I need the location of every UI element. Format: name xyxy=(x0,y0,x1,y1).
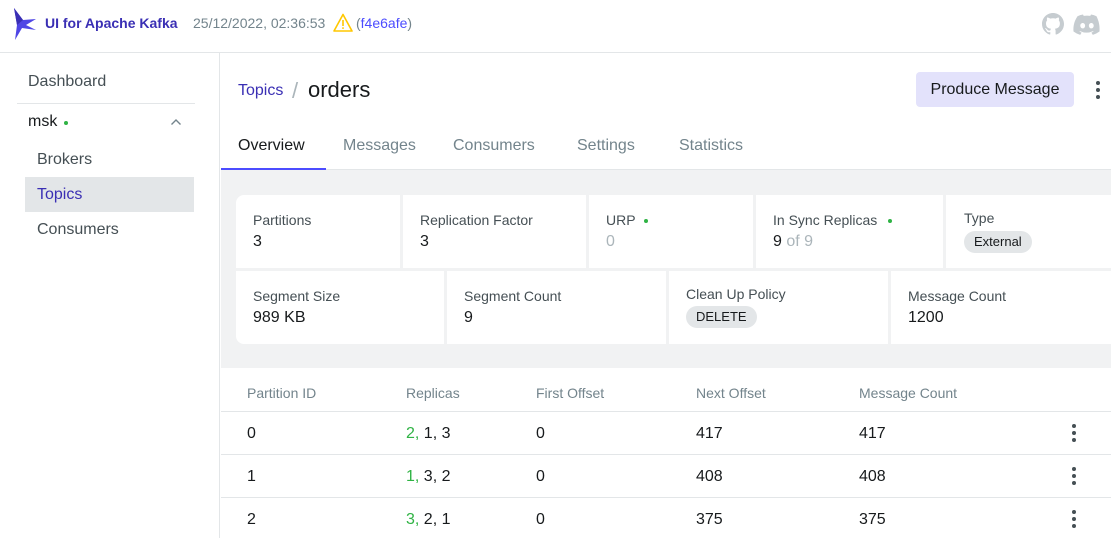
column-header-first-offset: First Offset xyxy=(536,385,605,401)
stat-label: Clean Up Policy xyxy=(686,286,786,302)
column-header-replicas: Replicas xyxy=(406,385,460,401)
stat-value: 3 xyxy=(420,233,429,250)
sidebar-item-dashboard[interactable]: Dashboard xyxy=(28,73,106,91)
stat-value: 0 xyxy=(606,233,615,250)
replica-leader: 3, xyxy=(406,511,420,528)
commit-link[interactable]: (f4e6afe) xyxy=(356,15,412,31)
kebab-menu-icon[interactable] xyxy=(1068,508,1080,530)
table-row: 0 2, 1, 3 0 417 417 xyxy=(221,411,1111,454)
column-header-next-offset: Next Offset xyxy=(696,385,766,401)
cell-partition-id: 2 xyxy=(247,511,256,528)
cell-next-offset: 408 xyxy=(696,468,723,485)
stat-segment-count: Segment Count 9 xyxy=(447,271,666,344)
cell-next-offset: 417 xyxy=(696,425,723,442)
github-icon[interactable] xyxy=(1041,12,1065,36)
cell-first-offset: 0 xyxy=(536,425,545,442)
page-title: orders xyxy=(308,77,371,102)
replica-followers: 2, 1 xyxy=(423,511,451,528)
cell-replicas: 3, 2, 1 xyxy=(406,511,450,529)
stat-type: Type External xyxy=(946,195,1111,268)
stats-panel: Partitions 3 Replication Factor 3 URP 0 … xyxy=(221,170,1111,368)
tab-statistics[interactable]: Statistics xyxy=(679,137,743,155)
tab-messages[interactable]: Messages xyxy=(343,137,416,155)
cell-replicas: 2, 1, 3 xyxy=(406,425,450,443)
main-content: Topics / orders Produce Message Overview… xyxy=(221,53,1111,538)
stat-in-sync-replicas: In Sync Replicas 9 of 9 xyxy=(756,195,943,268)
stat-value: 3 xyxy=(253,233,262,250)
tab-overview[interactable]: Overview xyxy=(238,137,305,155)
commit-paren-close: ) xyxy=(407,15,413,31)
cell-first-offset: 0 xyxy=(536,468,545,485)
sidebar-cluster-msk[interactable]: msk xyxy=(28,113,57,131)
cleanup-policy-badge: DELETE xyxy=(686,306,757,328)
stat-label: In Sync Replicas xyxy=(773,212,878,228)
cell-message-count: 408 xyxy=(859,468,886,485)
app-title[interactable]: UI for Apache Kafka xyxy=(45,15,178,31)
tab-settings[interactable]: Settings xyxy=(577,137,635,155)
stat-label: Type xyxy=(964,210,995,226)
stat-label: Message Count xyxy=(908,288,1007,304)
warning-icon[interactable] xyxy=(333,13,353,33)
stat-value: 9 of 9 xyxy=(773,233,813,251)
cell-message-count: 417 xyxy=(859,425,886,442)
kafka-logo[interactable] xyxy=(12,8,38,40)
table-row: 2 3, 2, 1 0 375 375 xyxy=(221,497,1111,540)
stat-value: 989 KB xyxy=(253,309,306,326)
stat-urp: URP 0 xyxy=(589,195,753,268)
tab-consumers[interactable]: Consumers xyxy=(453,137,535,155)
stat-cleanup-policy: Clean Up Policy DELETE xyxy=(669,271,888,344)
in-sync-count: 9 xyxy=(773,233,782,250)
in-sync-status-dot xyxy=(888,219,892,223)
replica-followers: 3, 2 xyxy=(423,468,451,485)
sidebar: Dashboard msk Brokers Topics Consumers xyxy=(0,53,220,538)
cell-first-offset: 0 xyxy=(536,511,545,528)
sidebar-divider xyxy=(17,103,195,104)
stat-message-count: Message Count 1200 xyxy=(891,271,1111,344)
build-date: 25/12/2022, 02:36:53 xyxy=(193,15,326,31)
in-sync-total: of 9 xyxy=(786,233,814,250)
stat-value: 9 xyxy=(464,309,473,326)
breadcrumb-separator: / xyxy=(292,78,299,103)
partitions-table: Partition ID Replicas First Offset Next … xyxy=(221,368,1111,538)
stat-partitions: Partitions 3 xyxy=(236,195,400,268)
urp-status-dot xyxy=(644,219,648,223)
cell-next-offset: 375 xyxy=(696,511,723,528)
navbar: UI for Apache Kafka 25/12/2022, 02:36:53… xyxy=(0,0,1111,53)
commit-hash[interactable]: f4e6afe xyxy=(361,15,408,31)
stat-replication-factor: Replication Factor 3 xyxy=(403,195,586,268)
sidebar-item-topics[interactable]: Topics xyxy=(25,177,194,212)
kebab-menu-icon[interactable] xyxy=(1068,465,1080,487)
stat-label: Partitions xyxy=(253,212,312,228)
table-row: 1 1, 3, 2 0 408 408 xyxy=(221,454,1111,497)
kebab-menu-icon[interactable] xyxy=(1091,79,1105,101)
replica-followers: 1, 3 xyxy=(423,425,451,442)
sidebar-item-consumers[interactable]: Consumers xyxy=(25,212,194,247)
column-header-partition-id: Partition ID xyxy=(247,385,317,401)
stat-value: 1200 xyxy=(908,309,944,326)
cell-replicas: 1, 3, 2 xyxy=(406,468,450,486)
stat-label: Segment Count xyxy=(464,288,562,304)
column-header-message-count: Message Count xyxy=(859,385,958,401)
sidebar-item-brokers[interactable]: Brokers xyxy=(25,142,194,177)
cell-message-count: 375 xyxy=(859,511,886,528)
produce-message-button[interactable]: Produce Message xyxy=(916,72,1074,107)
kebab-menu-icon[interactable] xyxy=(1068,422,1080,444)
chevron-up-icon[interactable] xyxy=(170,117,182,127)
breadcrumb-topics[interactable]: Topics xyxy=(238,82,283,100)
replica-leader: 1, xyxy=(406,468,420,485)
replica-leader: 2, xyxy=(406,425,420,442)
cluster-status-dot xyxy=(64,121,68,125)
cell-partition-id: 0 xyxy=(247,425,256,442)
stat-label: Segment Size xyxy=(253,288,341,304)
type-badge: External xyxy=(964,231,1032,253)
stat-label: URP xyxy=(606,212,636,228)
topic-tabs: Overview Messages Consumers Settings Sta… xyxy=(221,128,1111,170)
stat-segment-size: Segment Size 989 KB xyxy=(236,271,444,344)
stat-label: Replication Factor xyxy=(420,212,533,228)
cell-partition-id: 1 xyxy=(247,468,256,485)
discord-icon[interactable] xyxy=(1073,12,1101,36)
